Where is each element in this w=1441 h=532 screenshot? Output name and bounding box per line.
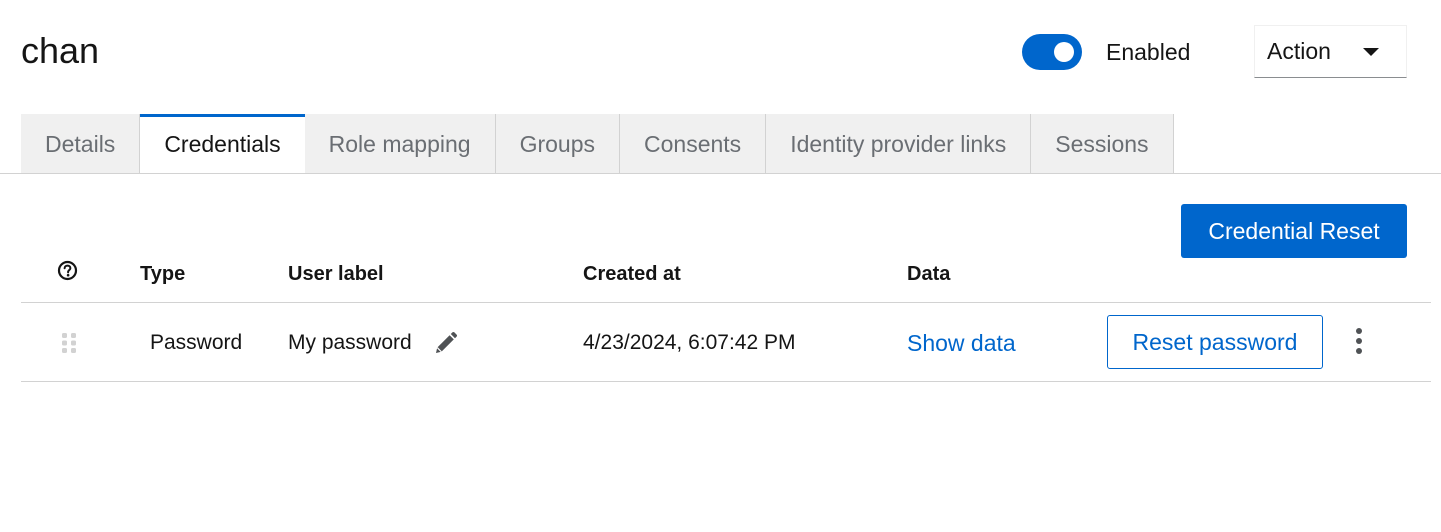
drag-handle-icon[interactable] [61, 332, 77, 354]
show-data-link[interactable]: Show data [907, 329, 1016, 357]
action-dropdown[interactable]: Action [1254, 25, 1407, 78]
tab-label: Details [45, 130, 116, 157]
tab-role-mapping[interactable]: Role mapping [304, 114, 496, 174]
caret-down-icon [1363, 48, 1379, 56]
tab-label: Role mapping [328, 130, 471, 157]
tab-label: Consents [644, 130, 742, 157]
cell-created-at: 4/23/2024, 6:07:42 PM [583, 331, 796, 354]
tab-label: Sessions [1055, 130, 1149, 157]
enabled-toggle[interactable] [1022, 34, 1082, 70]
action-dropdown-label: Action [1267, 38, 1331, 64]
tab-label: Groups [519, 130, 596, 157]
page-title: chan [21, 30, 100, 71]
cell-user-label: My password [288, 331, 412, 354]
kebab-menu-icon[interactable] [1349, 326, 1369, 356]
help-circle-icon[interactable] [57, 260, 78, 281]
tab-identity-provider-links[interactable]: Identity provider links [766, 114, 1032, 174]
pencil-icon[interactable] [432, 331, 458, 357]
cell-type: Password [150, 331, 243, 354]
tab-sessions[interactable]: Sessions [1031, 114, 1174, 174]
tab-groups[interactable]: Groups [495, 114, 621, 174]
table-header-divider [21, 302, 1431, 303]
credential-reset-button[interactable]: Credential Reset [1181, 204, 1407, 258]
tab-bar: Details Credentials Role mapping Groups … [21, 114, 1174, 174]
column-header-type[interactable]: Type [140, 262, 185, 286]
tab-consents[interactable]: Consents [620, 114, 767, 174]
reset-password-button[interactable]: Reset password [1107, 315, 1323, 369]
column-header-data[interactable]: Data [907, 262, 950, 286]
tab-details[interactable]: Details [21, 114, 141, 174]
column-header-user-label[interactable]: User label [288, 262, 384, 286]
tab-label: Identity provider links [790, 130, 1007, 157]
column-header-created-at[interactable]: Created at [583, 262, 681, 286]
enabled-label: Enabled [1106, 39, 1191, 65]
toggle-knob [1054, 42, 1074, 62]
tabs-divider [0, 173, 1441, 174]
tab-label: Credentials [164, 130, 281, 157]
table-row-divider [21, 381, 1431, 382]
tab-credentials[interactable]: Credentials [140, 114, 305, 174]
